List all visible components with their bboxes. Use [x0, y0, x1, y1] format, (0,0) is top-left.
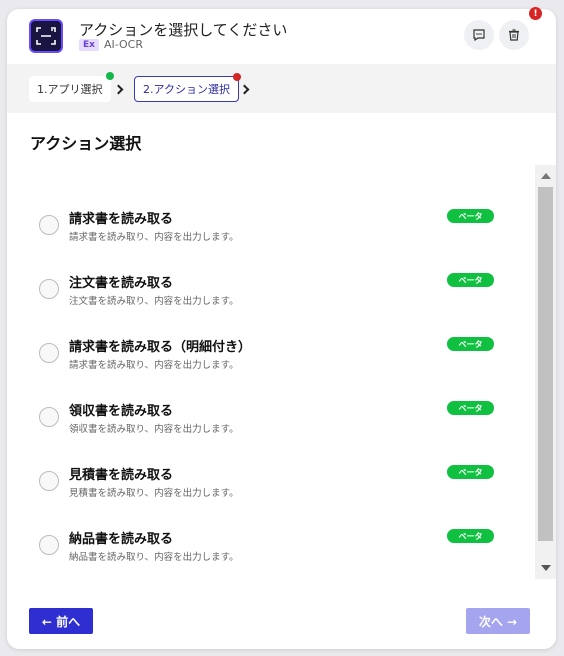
- step-error-indicator: [232, 73, 241, 81]
- delete-button[interactable]: [499, 20, 529, 50]
- scrollbar[interactable]: [535, 165, 556, 579]
- scroll-up-arrow-icon[interactable]: [541, 173, 551, 179]
- radio-button[interactable]: [39, 215, 59, 235]
- beta-badge: ベータ: [447, 401, 494, 415]
- step-complete-indicator: [105, 72, 114, 80]
- action-title: 納品書を読み取る: [69, 532, 174, 547]
- beta-badge: ベータ: [447, 465, 494, 479]
- header: アクションを選択してください Ex AI-OCR: [7, 9, 556, 64]
- action-item[interactable]: 注文書を読み取る 注文書を読み取り、内容を出力します。 ベータ: [21, 267, 501, 317]
- action-title: 請求書を読み取る: [69, 212, 174, 227]
- radio-button[interactable]: [39, 407, 59, 427]
- step-action-select[interactable]: 2.アクション選択: [134, 73, 241, 102]
- page-title: アクションを選択してください: [79, 21, 288, 39]
- step-label: 2.アクション選択: [143, 83, 230, 96]
- action-list: 請求書を読み取る 請求書を読み取り、内容を出力します。 ベータ 注文書を読み取る…: [21, 165, 535, 579]
- beta-badge: ベータ: [447, 273, 494, 287]
- action-title: 見積書を読み取る: [69, 468, 174, 483]
- action-title: 注文書を読み取る: [69, 276, 174, 291]
- step-label: 1.アプリ選択: [37, 83, 103, 96]
- beta-badge: ベータ: [447, 337, 494, 351]
- beta-badge: ベータ: [447, 529, 494, 543]
- app-subline: Ex AI-OCR: [79, 38, 143, 51]
- section-title: アクション選択: [30, 134, 142, 153]
- radio-button[interactable]: [39, 471, 59, 491]
- action-item[interactable]: 請求書を読み取る（明細付き） 請求書を読み取り、内容を出力します。 ベータ: [21, 331, 501, 381]
- dialog-panel: アクションを選択してください Ex AI-OCR 1.アプリ選択 2.アクション…: [7, 9, 556, 649]
- action-item[interactable]: 見積書を読み取る 見積書を読み取り、内容を出力します。 ベータ: [21, 459, 501, 509]
- action-description: 請求書を読み取り、内容を出力します。: [69, 232, 239, 243]
- step-bar: 1.アプリ選択 2.アクション選択: [7, 64, 556, 113]
- radio-button[interactable]: [39, 279, 59, 299]
- scan-frame-icon: [29, 19, 63, 53]
- action-title: 領収書を読み取る: [69, 404, 174, 419]
- chevron-right-icon: [239, 84, 250, 95]
- action-description: 注文書を読み取り、内容を出力します。: [69, 296, 239, 307]
- radio-button[interactable]: [39, 343, 59, 363]
- scroll-thumb[interactable]: [538, 187, 553, 541]
- action-item[interactable]: 納品書を読み取る 納品書を読み取り、内容を出力します。 ベータ: [21, 523, 501, 573]
- action-description: 請求書を読み取り、内容を出力します。: [69, 360, 239, 371]
- beta-badge: ベータ: [447, 209, 494, 223]
- next-button[interactable]: 次へ →: [466, 608, 530, 634]
- app-name: AI-OCR: [103, 38, 143, 51]
- trash-icon: [509, 29, 519, 41]
- prev-button[interactable]: ← 前へ: [29, 608, 93, 634]
- alert-indicator: !: [529, 7, 542, 20]
- step-app-select[interactable]: 1.アプリ選択: [29, 72, 114, 102]
- scroll-down-arrow-icon[interactable]: [541, 565, 551, 571]
- action-item[interactable]: 請求書を読み取る 請求書を読み取り、内容を出力します。 ベータ: [21, 203, 501, 253]
- comment-icon: [473, 29, 485, 42]
- radio-button[interactable]: [39, 535, 59, 555]
- chevron-right-icon: [113, 84, 124, 95]
- ex-badge: Ex: [79, 38, 99, 51]
- action-description: 領収書を読み取り、内容を出力します。: [69, 424, 239, 435]
- action-description: 見積書を読み取り、内容を出力します。: [69, 488, 239, 499]
- action-title: 請求書を読み取る（明細付き）: [69, 340, 252, 355]
- comment-button[interactable]: [464, 20, 494, 50]
- action-description: 納品書を読み取り、内容を出力します。: [69, 552, 239, 563]
- action-item[interactable]: 領収書を読み取る 領収書を読み取り、内容を出力します。 ベータ: [21, 395, 501, 445]
